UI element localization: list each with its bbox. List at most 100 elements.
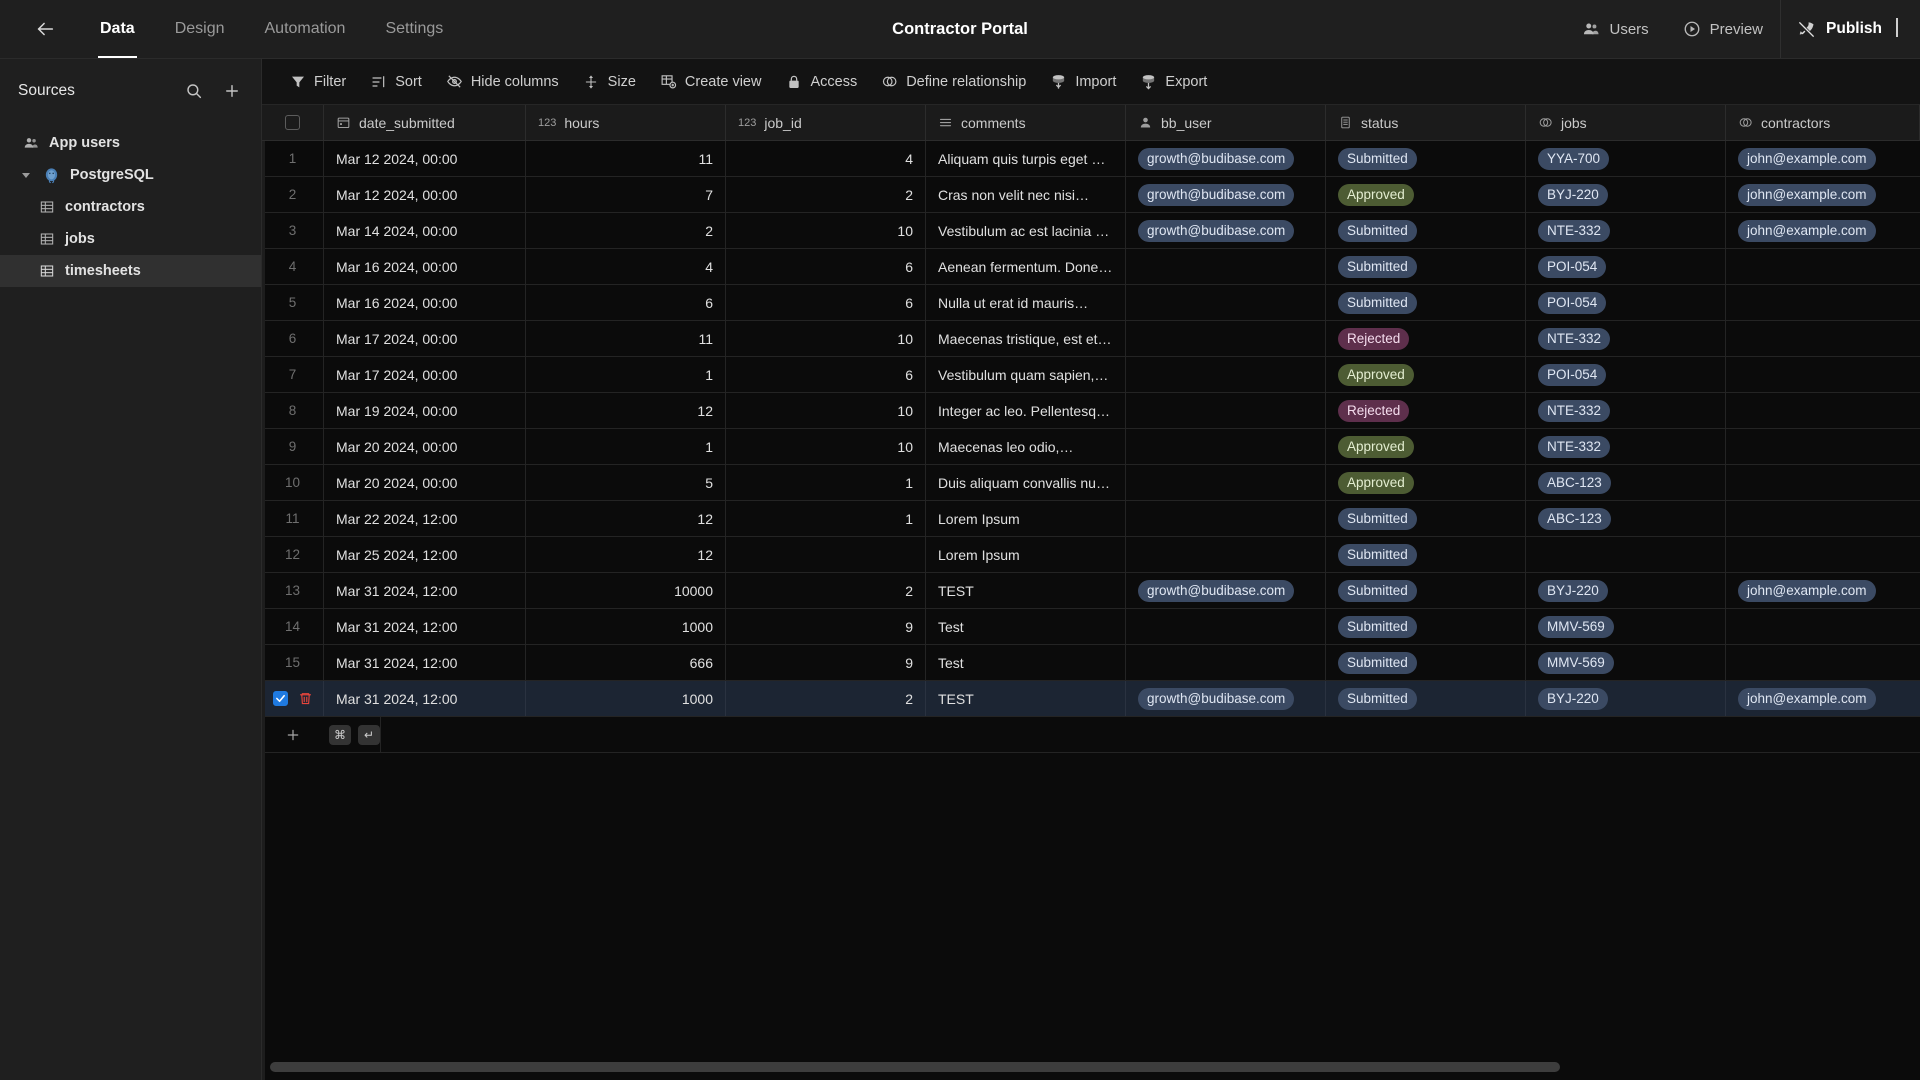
jobs-relationship-pill[interactable]: POI-054 — [1538, 255, 1607, 278]
cell-jobs[interactable]: MMV-569 — [1526, 609, 1726, 644]
bb-user-pill[interactable]: growth@budibase.com — [1138, 579, 1295, 602]
cell-comments[interactable]: Integer ac leo. Pellentesque… — [926, 393, 1126, 428]
cell-status[interactable]: Submitted — [1326, 501, 1526, 536]
cell-contractors[interactable] — [1726, 501, 1920, 536]
status-badge[interactable]: Approved — [1338, 183, 1414, 206]
cell-bb-user[interactable] — [1126, 465, 1326, 500]
status-badge[interactable]: Submitted — [1338, 291, 1417, 314]
cell-contractors[interactable] — [1726, 465, 1920, 500]
select-all-cell[interactable] — [262, 105, 324, 140]
row-gutter[interactable]: 10 — [262, 465, 324, 500]
jobs-relationship-pill[interactable]: MMV-569 — [1538, 651, 1614, 674]
cell-status[interactable]: Approved — [1326, 177, 1526, 212]
tab-design[interactable]: Design — [155, 0, 245, 58]
cell-jobs[interactable]: BYJ-220 — [1526, 573, 1726, 608]
cell-status[interactable]: Rejected — [1326, 393, 1526, 428]
contractors-relationship-pill[interactable]: john@example.com — [1738, 687, 1876, 710]
cell-comments[interactable]: Test — [926, 645, 1126, 680]
cell-bb-user[interactable] — [1126, 609, 1326, 644]
status-badge[interactable]: Submitted — [1338, 219, 1417, 242]
cell-contractors[interactable] — [1726, 249, 1920, 284]
add-source-button[interactable] — [221, 80, 243, 102]
status-badge[interactable]: Submitted — [1338, 651, 1417, 674]
cell-hours[interactable]: 2 — [526, 213, 726, 248]
cell-jobs[interactable]: MMV-569 — [1526, 645, 1726, 680]
cell-status[interactable]: Submitted — [1326, 213, 1526, 248]
cell-bb-user[interactable] — [1126, 429, 1326, 464]
filter-button[interactable]: Filter — [278, 66, 357, 97]
select-all-checkbox[interactable] — [285, 115, 300, 130]
cell-date-submitted[interactable]: Mar 22 2024, 12:00 — [324, 501, 526, 536]
cell-status[interactable]: Submitted — [1326, 141, 1526, 176]
cell-contractors[interactable] — [1726, 609, 1920, 644]
cell-comments[interactable]: Maecenas tristique, est et… — [926, 321, 1126, 356]
cell-contractors[interactable] — [1726, 429, 1920, 464]
cell-job-id[interactable] — [726, 537, 926, 572]
cell-hours[interactable]: 666 — [526, 645, 726, 680]
cell-bb-user[interactable] — [1126, 249, 1326, 284]
tab-automation[interactable]: Automation — [245, 0, 366, 58]
cell-status[interactable]: Approved — [1326, 357, 1526, 392]
table-row[interactable]: 8 Mar 19 2024, 00:00 12 10 Integer ac leo. P… — [262, 393, 1920, 429]
cell-bb-user[interactable] — [1126, 501, 1326, 536]
status-badge[interactable]: Approved — [1338, 435, 1414, 458]
column-header-job-id[interactable]: 123 job_id — [726, 105, 926, 140]
jobs-relationship-pill[interactable]: POI-054 — [1538, 363, 1607, 386]
status-badge[interactable]: Rejected — [1338, 327, 1410, 350]
table-row[interactable]: 13 Mar 31 2024, 12:00 10000 2 TEST growth@bud… — [262, 573, 1920, 609]
row-gutter[interactable]: 15 — [262, 645, 324, 680]
cell-contractors[interactable]: john@example.com — [1726, 177, 1920, 212]
status-badge[interactable]: Submitted — [1338, 687, 1417, 710]
cell-jobs[interactable]: ABC-123 — [1526, 465, 1726, 500]
cell-job-id[interactable]: 6 — [726, 357, 926, 392]
cell-jobs[interactable] — [1526, 537, 1726, 572]
table-row[interactable]: 6 Mar 17 2024, 00:00 11 10 Maecenas tristiqu… — [262, 321, 1920, 357]
cell-job-id[interactable]: 1 — [726, 465, 926, 500]
cell-comments[interactable]: Nulla ut erat id mauris… — [926, 285, 1126, 320]
cell-jobs[interactable]: POI-054 — [1526, 357, 1726, 392]
status-badge[interactable]: Submitted — [1338, 543, 1417, 566]
table-row[interactable]: 15 Mar 31 2024, 12:00 666 9 Test Submitted MMV… — [262, 645, 1920, 681]
cell-date-submitted[interactable]: Mar 14 2024, 00:00 — [324, 213, 526, 248]
cell-date-submitted[interactable]: Mar 17 2024, 00:00 — [324, 321, 526, 356]
jobs-relationship-pill[interactable]: NTE-332 — [1538, 399, 1611, 422]
cell-hours[interactable]: 12 — [526, 537, 726, 572]
hide-columns-button[interactable]: Hide columns — [435, 66, 570, 97]
cell-comments[interactable]: Vestibulum quam sapien,… — [926, 357, 1126, 392]
publish-button[interactable]: Publish — [1787, 11, 1892, 48]
cell-comments[interactable]: Vestibulum ac est lacinia nisi… — [926, 213, 1126, 248]
cell-status[interactable]: Submitted — [1326, 573, 1526, 608]
row-gutter[interactable]: 5 — [262, 285, 324, 320]
cell-jobs[interactable]: NTE-332 — [1526, 393, 1726, 428]
cell-hours[interactable]: 1000 — [526, 681, 726, 716]
cell-jobs[interactable]: POI-054 — [1526, 285, 1726, 320]
add-row[interactable]: ⌘ ↵ — [262, 717, 1920, 753]
jobs-relationship-pill[interactable]: NTE-332 — [1538, 219, 1611, 242]
table-row[interactable]: 11 Mar 22 2024, 12:00 12 1 Lorem Ipsum Submit… — [262, 501, 1920, 537]
jobs-relationship-pill[interactable]: BYJ-220 — [1538, 687, 1608, 710]
cell-status[interactable]: Submitted — [1326, 285, 1526, 320]
access-button[interactable]: Access — [774, 66, 868, 97]
jobs-relationship-pill[interactable]: POI-054 — [1538, 291, 1607, 314]
add-row-button[interactable] — [262, 727, 324, 743]
cell-contractors[interactable] — [1726, 285, 1920, 320]
row-gutter[interactable]: 9 — [262, 429, 324, 464]
cell-date-submitted[interactable]: Mar 20 2024, 00:00 — [324, 429, 526, 464]
cell-contractors[interactable]: john@example.com — [1726, 141, 1920, 176]
cell-date-submitted[interactable]: Mar 31 2024, 12:00 — [324, 681, 526, 716]
status-badge[interactable]: Rejected — [1338, 399, 1410, 422]
row-gutter[interactable]: 4 — [262, 249, 324, 284]
table-row[interactable]: 10 Mar 20 2024, 00:00 5 1 Duis aliquam conva… — [262, 465, 1920, 501]
column-header-jobs[interactable]: jobs — [1526, 105, 1726, 140]
cell-comments[interactable]: TEST — [926, 573, 1126, 608]
cell-bb-user[interactable]: growth@budibase.com — [1126, 573, 1326, 608]
cell-hours[interactable]: 10000 — [526, 573, 726, 608]
table-row[interactable]: 3 Mar 14 2024, 00:00 2 10 Vestibulum ac est … — [262, 213, 1920, 249]
cell-contractors[interactable] — [1726, 537, 1920, 572]
cell-comments[interactable]: Aliquam quis turpis eget elit… — [926, 141, 1126, 176]
cell-jobs[interactable]: NTE-332 — [1526, 213, 1726, 248]
cell-date-submitted[interactable]: Mar 16 2024, 00:00 — [324, 249, 526, 284]
preview-button[interactable]: Preview — [1666, 0, 1780, 58]
cell-bb-user[interactable] — [1126, 645, 1326, 680]
column-header-date-submitted[interactable]: date_submitted — [324, 105, 526, 140]
